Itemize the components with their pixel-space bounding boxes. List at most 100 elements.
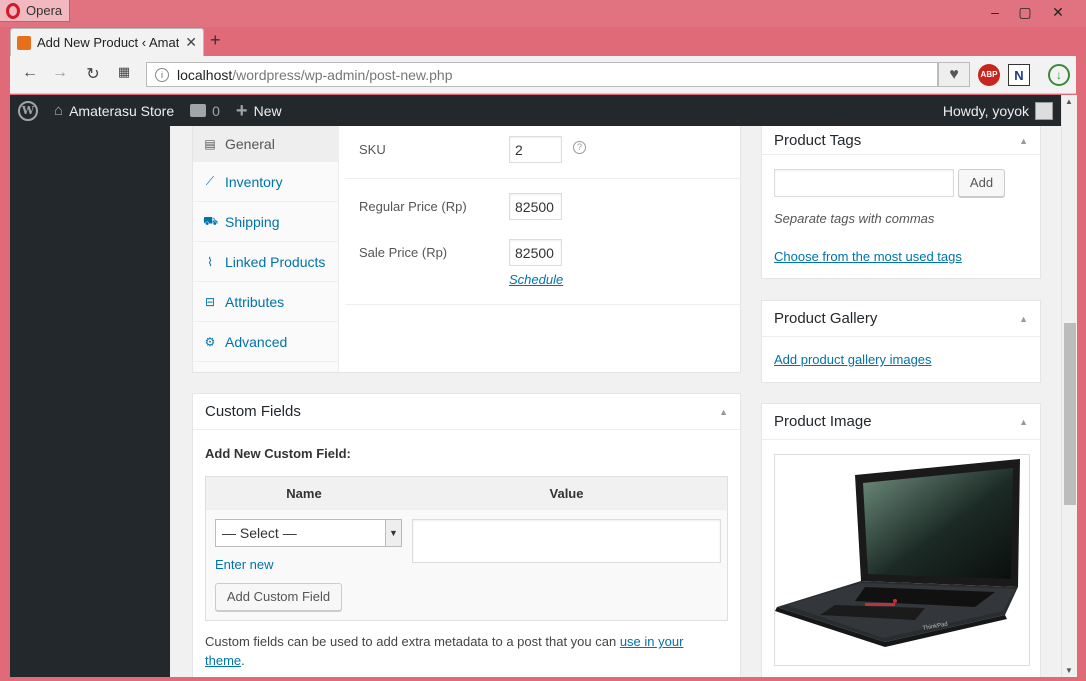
product-image-box: Product Image ▲ ThinkPad <box>761 403 1041 677</box>
custom-field-subtitle: Add New Custom Field: <box>205 446 351 461</box>
wordpress-logo-icon: W <box>18 100 38 121</box>
product-image-header[interactable]: Product Image ▲ <box>762 404 1040 440</box>
tab-attributes[interactable]: ⊟ Attributes <box>193 282 338 322</box>
schedule-link[interactable]: Schedule <box>509 272 563 287</box>
speed-dial-icon[interactable]: ▦ <box>114 64 134 80</box>
sale-price-input[interactable] <box>509 239 562 266</box>
address-bar[interactable]: i localhost/wordpress/wp-admin/post-new.… <box>146 62 938 87</box>
wp-admin-bar: W ⌂ Amaterasu Store 0 + New Howdy, yoyok <box>10 95 1061 126</box>
tab-label: Advanced <box>225 333 288 350</box>
edit-product-content: ▤ General ⟋ Inventory ⛟ Shipping ⌇ Linke… <box>170 126 1061 677</box>
custom-field-table: Name Value — Select — ▼ Enter new Add Cu… <box>205 476 728 621</box>
add-gallery-images-link[interactable]: Add product gallery images <box>774 352 932 367</box>
collapse-toggle-icon[interactable]: ▲ <box>1019 314 1028 324</box>
most-used-tags-link[interactable]: Choose from the most used tags <box>774 249 962 264</box>
laptop-image: ThinkPad <box>775 459 1020 647</box>
custom-fields-box: Custom Fields ▲ Add New Custom Field: Na… <box>192 393 741 677</box>
tab-title: Add New Product ‹ Amate <box>37 35 180 50</box>
window-controls: – ▢ ✕ <box>980 2 1076 22</box>
howdy-text: Howdy, yoyok <box>942 102 1029 119</box>
adblock-plus-icon[interactable]: ABP <box>978 64 1000 86</box>
tab-inventory[interactable]: ⟋ Inventory <box>193 162 338 202</box>
regular-price-label: Regular Price (Rp) <box>359 199 467 214</box>
admin-sidebar <box>10 126 170 677</box>
comment-icon <box>190 104 207 117</box>
scroll-down-icon[interactable]: ▼ <box>1065 666 1073 675</box>
vertical-scrollbar[interactable]: ▲ ▼ <box>1061 95 1077 677</box>
tab-shipping[interactable]: ⛟ Shipping <box>193 202 338 242</box>
divider <box>345 304 741 305</box>
extension-n-icon[interactable]: N <box>1008 64 1030 86</box>
opera-menu-button[interactable]: Opera <box>0 0 70 22</box>
wp-logo-menu[interactable]: W <box>10 95 46 126</box>
tab-label: Attributes <box>225 293 285 310</box>
regular-price-input[interactable] <box>509 193 562 220</box>
new-content-menu[interactable]: + New <box>228 95 290 126</box>
custom-fields-header[interactable]: Custom Fields ▲ <box>193 394 740 430</box>
value-column-header: Value <box>549 486 584 501</box>
sale-price-label: Sale Price (Rp) <box>359 245 448 260</box>
opera-menu-label: Opera <box>26 3 63 18</box>
new-tag-input[interactable] <box>774 169 954 197</box>
wordpress-favicon-icon <box>17 35 31 50</box>
close-window-icon[interactable]: ✕ <box>1040 2 1076 22</box>
enter-new-link[interactable]: Enter new <box>215 557 274 572</box>
product-gallery-title: Product Gallery <box>774 310 878 327</box>
general-icon: ▤ <box>204 136 216 151</box>
product-gallery-header[interactable]: Product Gallery ▲ <box>762 301 1040 337</box>
add-tag-button[interactable]: Add <box>958 169 1005 197</box>
collapse-toggle-icon[interactable]: ▲ <box>1019 136 1028 146</box>
product-image-thumbnail[interactable]: ThinkPad <box>774 454 1030 666</box>
product-data-panel: ▤ General ⟋ Inventory ⛟ Shipping ⌇ Linke… <box>192 126 741 373</box>
custom-field-name-select[interactable]: — Select — ▼ <box>215 519 402 547</box>
custom-field-value-textarea[interactable] <box>412 519 721 563</box>
select-value: — Select — <box>222 525 297 541</box>
comments-count: 0 <box>212 102 220 119</box>
new-tab-icon[interactable]: + <box>210 30 228 51</box>
gear-icon: ⚙ <box>204 334 216 349</box>
site-info-icon[interactable]: i <box>155 67 169 82</box>
site-name-menu[interactable]: ⌂ Amaterasu Store <box>46 95 182 126</box>
minimize-icon[interactable]: – <box>980 2 1010 22</box>
forward-icon[interactable]: → <box>50 64 70 82</box>
custom-fields-note: Custom fields can be used to add extra m… <box>205 634 684 668</box>
stash-heart-icon[interactable]: ♥ <box>938 62 970 87</box>
product-image-title: Product Image <box>774 413 872 430</box>
attributes-icon: ⊟ <box>204 294 216 309</box>
product-gallery-box: Product Gallery ▲ Add product gallery im… <box>761 300 1041 383</box>
plus-icon: + <box>235 99 248 122</box>
scroll-up-icon[interactable]: ▲ <box>1065 97 1073 106</box>
browser-tab[interactable]: Add New Product ‹ Amate ✕ <box>10 28 204 56</box>
browser-navbar: ← → ↻ ▦ i localhost/wordpress/wp-admin/p… <box>10 56 1076 94</box>
comments-menu[interactable]: 0 <box>182 95 228 126</box>
tab-label: General <box>225 135 275 152</box>
inventory-icon: ⟋ <box>205 174 215 188</box>
product-data-tabs: ▤ General ⟋ Inventory ⛟ Shipping ⌇ Linke… <box>193 126 339 372</box>
pricing-panel: Regular Price (Rp) Sale Price (Rp) Sched… <box>345 126 741 372</box>
tab-advanced[interactable]: ⚙ Advanced <box>193 322 338 362</box>
name-column-header: Name <box>286 486 322 501</box>
new-label: New <box>253 102 282 119</box>
reload-icon[interactable]: ↻ <box>83 64 103 84</box>
back-icon[interactable]: ← <box>20 64 40 82</box>
add-custom-field-button[interactable]: Add Custom Field <box>215 583 342 611</box>
site-name: Amaterasu Store <box>69 102 175 119</box>
product-tags-title: Product Tags <box>774 132 862 149</box>
account-menu[interactable]: Howdy, yoyok <box>942 101 1061 120</box>
home-icon: ⌂ <box>54 102 64 119</box>
link-icon: ⌇ <box>207 254 213 269</box>
tab-general[interactable]: ▤ General <box>193 126 338 162</box>
collapse-toggle-icon[interactable]: ▲ <box>1019 417 1028 427</box>
product-tags-box: Product Tags ▲ Add Separate tags with co… <box>761 126 1041 279</box>
tab-linked-products[interactable]: ⌇ Linked Products <box>193 242 338 282</box>
product-tags-header[interactable]: Product Tags ▲ <box>762 126 1040 155</box>
tab-close-icon[interactable]: ✕ <box>185 34 197 51</box>
avatar <box>1035 101 1053 120</box>
scrollbar-thumb[interactable] <box>1064 323 1076 505</box>
tag-hint: Separate tags with commas <box>774 211 935 226</box>
collapse-toggle-icon[interactable]: ▲ <box>719 407 728 417</box>
maximize-icon[interactable]: ▢ <box>1010 2 1040 22</box>
download-icon[interactable]: ↓ <box>1048 64 1070 86</box>
tab-label: Inventory <box>225 173 283 190</box>
tab-label: Shipping <box>225 213 280 230</box>
